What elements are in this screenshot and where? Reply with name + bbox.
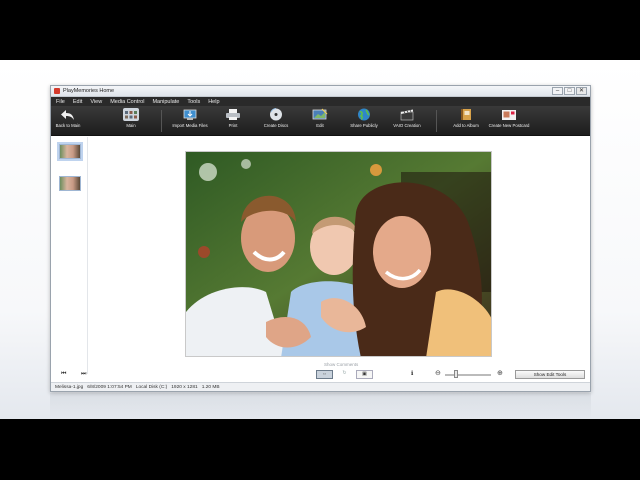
thumbnail-selected[interactable] — [59, 144, 81, 159]
status-location: Local Disk (C:) — [135, 384, 168, 390]
status-bar: Melissa-1.jpg 6/8/2009 1:07:54 PM Local … — [51, 382, 590, 391]
print-button[interactable]: Print — [211, 108, 255, 128]
app-logo-icon — [54, 88, 60, 94]
main-photo — [185, 151, 492, 357]
album-icon — [458, 108, 474, 121]
import-icon — [182, 108, 198, 121]
status-filename: Melissa-1.jpg — [55, 384, 84, 390]
edit-button[interactable]: Edit — [298, 108, 342, 128]
window-controls: – □ ✕ — [552, 87, 587, 95]
back-arrow-icon — [60, 108, 76, 121]
edit-photo-icon — [312, 108, 328, 121]
menu-manipulate[interactable]: Manipulate — [152, 99, 179, 105]
zoom-slider[interactable] — [445, 374, 491, 376]
postcard-icon — [501, 108, 517, 121]
import-media-button[interactable]: Import Media Files — [168, 108, 212, 128]
zoom-out-icon[interactable]: ⊖ — [435, 369, 441, 377]
title-bar: PlayMemories Home – □ ✕ — [51, 86, 590, 97]
menu-edit[interactable]: Edit — [73, 99, 82, 105]
add-to-album-button[interactable]: Add to Album — [444, 108, 488, 128]
control-bar: ⏮ ⏭ ⇔ ↻ ▣ ℹ ⊖ ⊕ Show Edit Tools — [51, 369, 590, 381]
menu-help[interactable]: Help — [208, 99, 219, 105]
thumbnail-strip — [51, 137, 88, 374]
menu-view[interactable]: View — [90, 99, 102, 105]
create-postcard-button[interactable]: Create New Postcard — [487, 108, 531, 128]
globe-icon — [356, 108, 372, 121]
toolbar-separator — [436, 110, 437, 132]
fit-view-button[interactable]: ⇔ — [316, 370, 333, 379]
status-datetime: 6/8/2009 1:07:54 PM — [87, 384, 132, 390]
printer-icon — [225, 108, 241, 121]
fullscreen-view-button[interactable]: ▣ — [356, 370, 373, 379]
menu-file[interactable]: File — [56, 99, 65, 105]
menu-tools[interactable]: Tools — [187, 99, 200, 105]
zoom-in-icon[interactable]: ⊕ — [497, 369, 503, 377]
status-size: 1.20 MB — [201, 384, 220, 390]
family-photo-image — [186, 152, 491, 356]
video-frame: PlayMemories Home – □ ✕ File Edit View M… — [0, 60, 640, 419]
toolbar-separator — [161, 110, 162, 132]
share-publicly-button[interactable]: Share Publicly — [342, 108, 386, 128]
minimize-button[interactable]: – — [552, 87, 563, 95]
maximize-button[interactable]: □ — [564, 87, 575, 95]
close-button[interactable]: ✕ — [576, 87, 587, 95]
window-reflection — [50, 393, 591, 419]
status-dimensions: 1920 x 1281 — [171, 384, 198, 390]
main-button[interactable]: Main — [109, 108, 153, 128]
menu-bar: File Edit View Media Control Manipulate … — [51, 97, 590, 106]
previous-icon[interactable]: ⏮ — [61, 371, 66, 378]
back-to-main-button[interactable]: Back to Main — [46, 108, 90, 128]
toolbar: Back to Main Main Import Media Files Pri — [51, 106, 590, 136]
thumbnail[interactable] — [59, 176, 81, 191]
clapperboard-icon — [399, 108, 415, 121]
app-window: PlayMemories Home – □ ✕ File Edit View M… — [50, 85, 591, 392]
vaio-creation-button[interactable]: VAIO Creation — [385, 108, 429, 128]
show-comments-link[interactable]: Show Comments — [324, 362, 358, 367]
info-icon[interactable]: ℹ — [411, 370, 413, 377]
zoom-slider-thumb[interactable] — [454, 370, 458, 378]
disc-icon — [268, 108, 284, 121]
next-icon[interactable]: ⏭ — [81, 371, 86, 378]
create-discs-button[interactable]: Create Discs — [254, 108, 298, 128]
menu-media-control[interactable]: Media Control — [110, 99, 144, 105]
window-title: PlayMemories Home — [63, 88, 115, 94]
main-grid-icon — [123, 108, 139, 121]
show-edit-tools-button[interactable]: Show Edit Tools — [515, 370, 585, 379]
rotate-view-button[interactable]: ↻ — [336, 370, 353, 379]
viewer-area: Show Comments — [51, 137, 590, 374]
